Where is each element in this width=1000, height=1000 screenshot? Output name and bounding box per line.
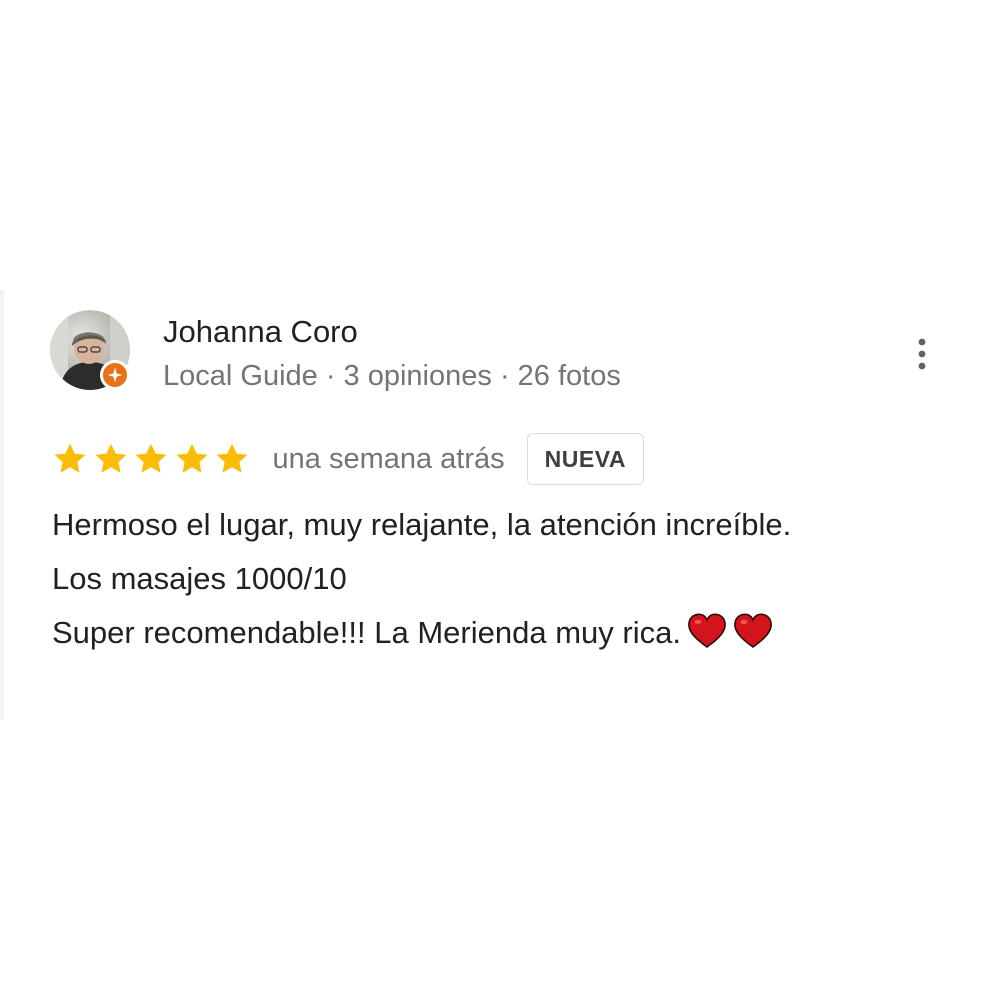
- review-date: una semana atrás: [272, 442, 505, 475]
- review-text-line-last: Super recomendable!!! La Merienda muy ri…: [52, 606, 972, 660]
- review-text-line: Los masajes 1000/10: [52, 561, 347, 596]
- new-badge: NUEVA: [526, 433, 644, 485]
- local-guide-star-icon: [107, 367, 123, 383]
- card-left-edge: [0, 290, 4, 720]
- reviewer-name[interactable]: Johanna Coro: [163, 312, 358, 352]
- review-text: Hermoso el lugar, muy relajante, la aten…: [52, 498, 972, 660]
- reviewer-avatar[interactable]: [50, 310, 130, 390]
- review-text-line: Hermoso el lugar, muy relajante, la aten…: [52, 507, 792, 542]
- review-card: Johanna Coro Local Guide · 3 opiniones ·…: [0, 290, 1000, 720]
- local-guide-badge-icon: [100, 360, 130, 390]
- rating-row: una semana atrás NUEVA: [52, 432, 644, 486]
- star-rating: [52, 441, 255, 477]
- more-options-button[interactable]: [900, 332, 944, 376]
- more-vert-icon: [918, 338, 926, 370]
- star-icon: [135, 443, 167, 473]
- star-icon: [95, 443, 126, 473]
- reviewer-meta: Local Guide · 3 opiniones · 26 fotos: [163, 360, 621, 392]
- red-heart-icon: [688, 613, 726, 648]
- star-icon: [176, 443, 207, 473]
- star-icon: [216, 443, 248, 473]
- red-heart-icon: [734, 613, 772, 648]
- star-icon: [54, 443, 86, 473]
- review-text-line-content: Super recomendable!!! La Merienda muy ri…: [52, 615, 681, 650]
